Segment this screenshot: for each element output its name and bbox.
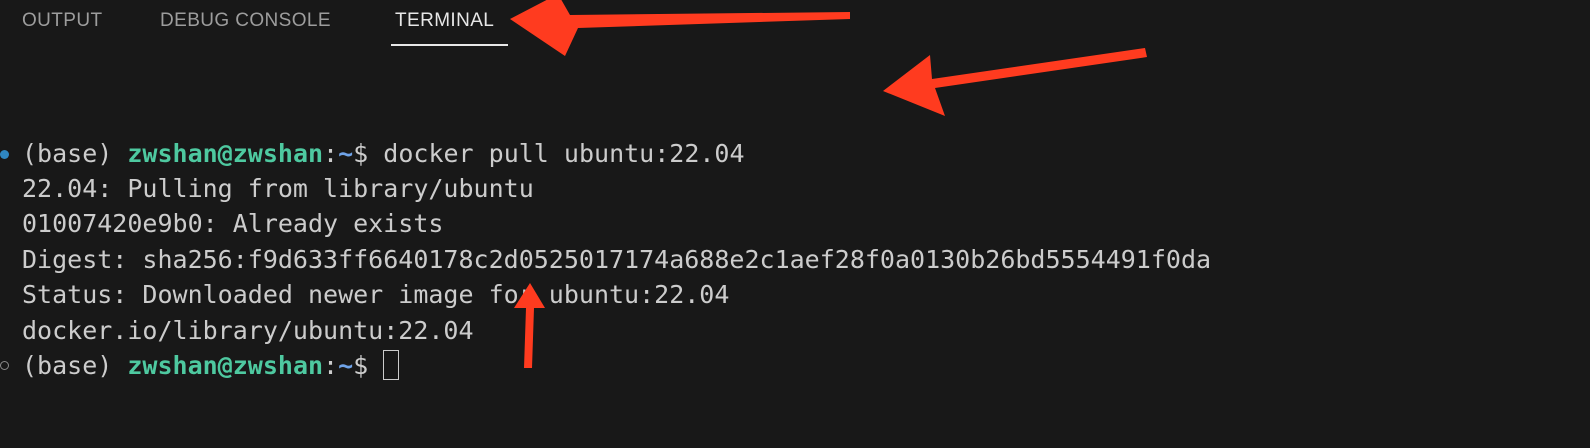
command-line: (base) zwshan@zwshan:~$ docker pull ubun… [22, 136, 745, 172]
terminal-panel: OUTPUT DEBUG CONSOLE TERMINAL (base) zws… [0, 0, 1590, 448]
prompt-env: (base) [22, 351, 113, 380]
output-line: Status: Downloaded newer image for ubunt… [22, 280, 730, 309]
prompt-symbol: $ [353, 139, 369, 168]
prompt-symbol: $ [353, 351, 369, 380]
active-tab-indicator [391, 44, 508, 46]
docker-pull-command: docker pull ubuntu:22.04 [383, 139, 745, 168]
tab-terminal[interactable]: TERMINAL [395, 10, 494, 32]
pulled-image-tag: docker.io/library/ubuntu:22.04 [22, 316, 474, 345]
prompt-env: (base) [22, 139, 113, 168]
command-pending-decoration-icon[interactable] [0, 361, 9, 370]
red-arrow-icon [883, 48, 1147, 116]
prompt-separator: : [323, 351, 339, 380]
current-prompt-line[interactable]: (base) zwshan@zwshan:~$ [22, 348, 400, 384]
output-line: 01007420e9b0: Already exists [22, 209, 444, 238]
terminal-cursor[interactable] [383, 350, 400, 380]
panel-tab-bar: OUTPUT DEBUG CONSOLE TERMINAL [0, 0, 1590, 48]
command-success-decoration-icon[interactable] [0, 150, 9, 159]
prompt-cwd: ~ [338, 139, 354, 168]
tab-debug-console[interactable]: DEBUG CONSOLE [160, 10, 331, 32]
prompt-cwd: ~ [338, 351, 354, 380]
tab-output[interactable]: OUTPUT [22, 10, 103, 32]
prompt-separator: : [323, 139, 339, 168]
prompt-user: zwshan@zwshan [127, 139, 324, 168]
output-line: 22.04: Pulling from library/ubuntu [22, 174, 534, 203]
output-line: Digest: sha256:f9d633ff6640178c2d0525017… [22, 245, 1212, 274]
prompt-user: zwshan@zwshan [127, 351, 324, 380]
